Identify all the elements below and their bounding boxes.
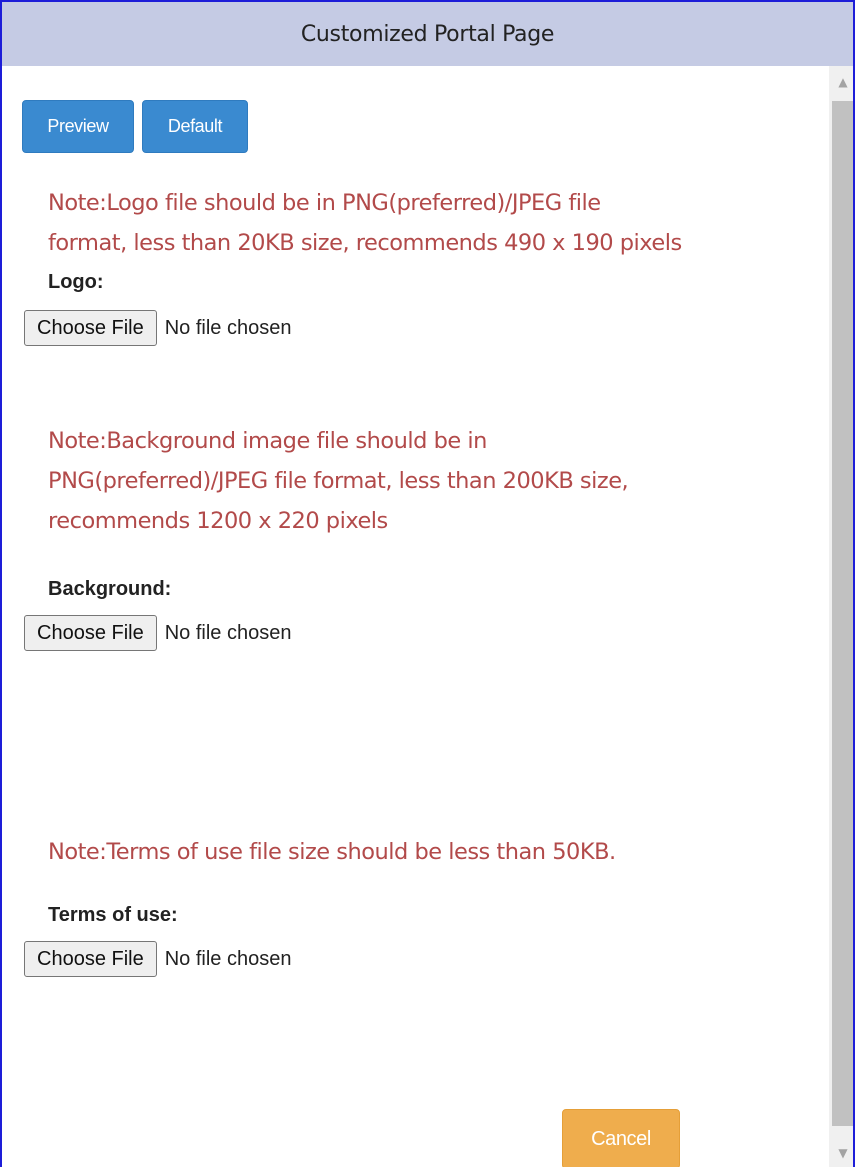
background-note-line: Note:Background image file should be in bbox=[48, 428, 487, 454]
background-file-input[interactable]: Choose File No file chosen bbox=[24, 615, 291, 651]
logo-file-input[interactable]: Choose File No file chosen bbox=[24, 310, 291, 346]
scrollbar-thumb[interactable] bbox=[832, 101, 853, 1126]
vertical-scrollbar[interactable]: ▲ ▼ bbox=[829, 66, 853, 1167]
background-choose-file-button[interactable]: Choose File bbox=[24, 615, 157, 651]
dialog-title-bar: Customized Portal Page bbox=[2, 2, 853, 66]
dialog-content[interactable]: Preview Default Note:Logo file should be… bbox=[2, 66, 829, 1167]
terms-choose-file-button[interactable]: Choose File bbox=[24, 941, 157, 977]
background-note: Note:Background image file should be in … bbox=[48, 421, 629, 541]
logo-note-line: Note:Logo file should be in PNG(preferre… bbox=[48, 190, 601, 216]
terms-note: Note:Terms of use file size should be le… bbox=[48, 839, 616, 865]
background-file-status: No file chosen bbox=[164, 621, 292, 644]
terms-label: Terms of use: bbox=[48, 904, 178, 926]
logo-file-status: No file chosen bbox=[164, 316, 292, 339]
terms-file-input[interactable]: Choose File No file chosen bbox=[24, 941, 291, 977]
background-note-line: recommends 1200 x 220 pixels bbox=[48, 508, 388, 534]
terms-file-status: No file chosen bbox=[164, 947, 292, 970]
customized-portal-dialog: Customized Portal Page Preview Default N… bbox=[0, 0, 855, 1167]
background-label: Background: bbox=[48, 578, 172, 600]
cancel-button[interactable]: Cancel bbox=[562, 1109, 680, 1167]
logo-label: Logo: bbox=[48, 271, 104, 293]
logo-note-line: format, less than 20KB size, recommends … bbox=[48, 230, 682, 256]
default-button[interactable]: Default bbox=[142, 100, 248, 153]
dialog-title: Customized Portal Page bbox=[300, 21, 555, 47]
background-note-line: PNG(preferred)/JPEG file format, less th… bbox=[48, 468, 629, 494]
triangle-down-icon[interactable]: ▼ bbox=[829, 1137, 853, 1167]
preview-button[interactable]: Preview bbox=[22, 100, 134, 153]
logo-choose-file-button[interactable]: Choose File bbox=[24, 310, 157, 346]
triangle-up-icon[interactable]: ▲ bbox=[829, 66, 853, 98]
logo-note: Note:Logo file should be in PNG(preferre… bbox=[48, 183, 682, 263]
